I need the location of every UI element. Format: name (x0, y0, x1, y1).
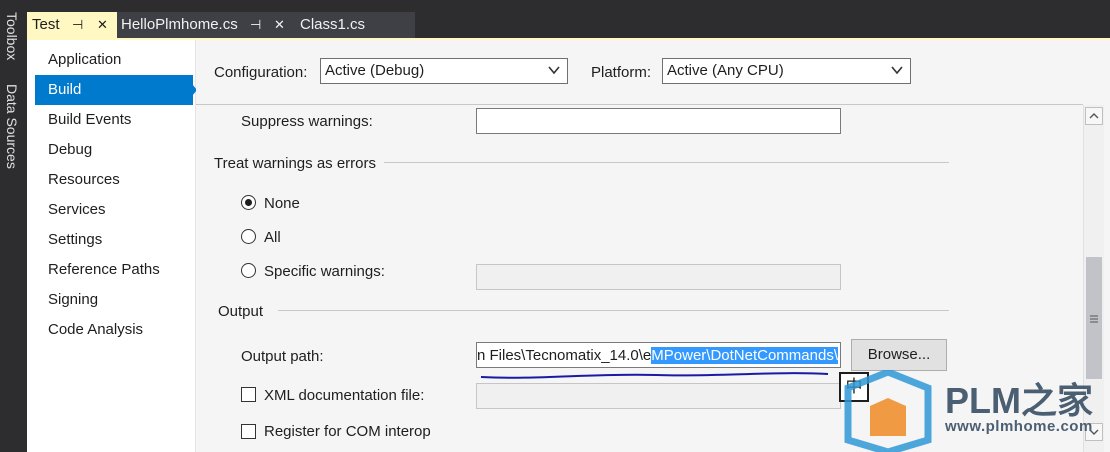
data-sources-tab[interactable]: Data Sources (4, 84, 20, 169)
platform-select[interactable]: Active (Any CPU) (662, 58, 911, 84)
header-divider (196, 104, 1083, 105)
nav-item-build-events[interactable]: Build Events (35, 105, 193, 135)
plmhome-logo-icon (844, 370, 932, 452)
close-icon[interactable]: ✕ (97, 12, 108, 38)
nav-item-settings[interactable]: Settings (35, 225, 193, 255)
watermark-text: PLM之家 (945, 380, 1093, 421)
nav-item-build[interactable]: Build (35, 75, 193, 105)
output-path-input[interactable]: n Files\Tecnomatix_14.0\eMPower\DotNetCo… (476, 342, 841, 368)
browse-button[interactable]: Browse... (851, 339, 947, 371)
chevron-up-icon (1089, 113, 1099, 119)
grip-icon (1090, 315, 1098, 323)
nav-item-resources[interactable]: Resources (35, 165, 193, 195)
tab-label: Class1.cs (300, 16, 366, 33)
pin-icon[interactable]: ⊣ (72, 12, 83, 38)
chevron-down-icon (891, 66, 903, 75)
nav-item-application[interactable]: Application (35, 45, 193, 75)
treat-warnings-header: Treat warnings as errors (214, 155, 376, 172)
scroll-up-button[interactable] (1085, 107, 1103, 125)
nav-item-signing[interactable]: Signing (35, 285, 193, 315)
tab-test[interactable]: Test ⊣ ✕ (27, 12, 117, 38)
radio-none-label: None (264, 195, 300, 212)
tab-class1[interactable]: Class1.cs (293, 12, 415, 38)
close-icon[interactable]: ✕ (274, 12, 285, 38)
section-divider (384, 162, 949, 163)
handwritten-underline (480, 372, 829, 379)
radio-specific-warnings[interactable] (241, 263, 256, 278)
tab-helloplmhome[interactable]: HelloPlmhome.cs ⊣ ✕ (117, 12, 293, 38)
suppress-warnings-label: Suppress warnings: (241, 113, 373, 130)
nav-item-code-analysis[interactable]: Code Analysis (35, 315, 193, 345)
scroll-thumb[interactable] (1086, 257, 1102, 379)
com-interop-checkbox[interactable] (241, 424, 256, 439)
configuration-value: Active (Debug) (325, 62, 425, 79)
suppress-warnings-input[interactable] (476, 108, 841, 134)
platform-value: Active (Any CPU) (667, 62, 784, 79)
specific-warnings-input (476, 264, 841, 290)
radio-all[interactable] (241, 229, 256, 244)
configuration-label: Configuration: (214, 64, 308, 81)
output-header: Output (218, 303, 264, 320)
tab-label: Test (32, 16, 60, 33)
xml-doc-label: XML documentation file: (264, 387, 425, 404)
tool-window-strip: Toolbox Data Sources (0, 0, 27, 452)
xml-doc-checkbox[interactable] (241, 387, 256, 402)
com-interop-label: Register for COM interop (264, 423, 431, 440)
nav-item-services[interactable]: Services (35, 195, 193, 225)
output-path-label: Output path: (241, 348, 324, 365)
output-path-text: n Files\Tecnomatix_14.0\e (477, 347, 652, 364)
radio-none[interactable] (241, 195, 256, 210)
platform-label: Platform: (591, 64, 652, 81)
nav-item-debug[interactable]: Debug (35, 135, 193, 165)
nav-item-reference-paths[interactable]: Reference Paths (35, 255, 193, 285)
chevron-down-icon (548, 66, 560, 75)
section-divider (278, 310, 949, 311)
watermark-url: www.plmhome.com (945, 418, 1093, 435)
configuration-select[interactable]: Active (Debug) (320, 58, 568, 84)
xml-doc-input (476, 383, 841, 409)
pin-icon[interactable]: ⊣ (250, 12, 261, 38)
output-path-selection: MPower\DotNetCommands\ (651, 347, 838, 364)
document-tab-bar: Test ⊣ ✕ HelloPlmhome.cs ⊣ ✕ Class1.cs (27, 0, 1110, 38)
toolbox-tab[interactable]: Toolbox (4, 12, 20, 60)
radio-all-label: All (264, 229, 281, 246)
radio-specific-label: Specific warnings: (264, 263, 385, 280)
property-pages-nav: Application Build Build Events Debug Res… (27, 40, 196, 452)
tab-label: HelloPlmhome.cs (121, 16, 238, 33)
